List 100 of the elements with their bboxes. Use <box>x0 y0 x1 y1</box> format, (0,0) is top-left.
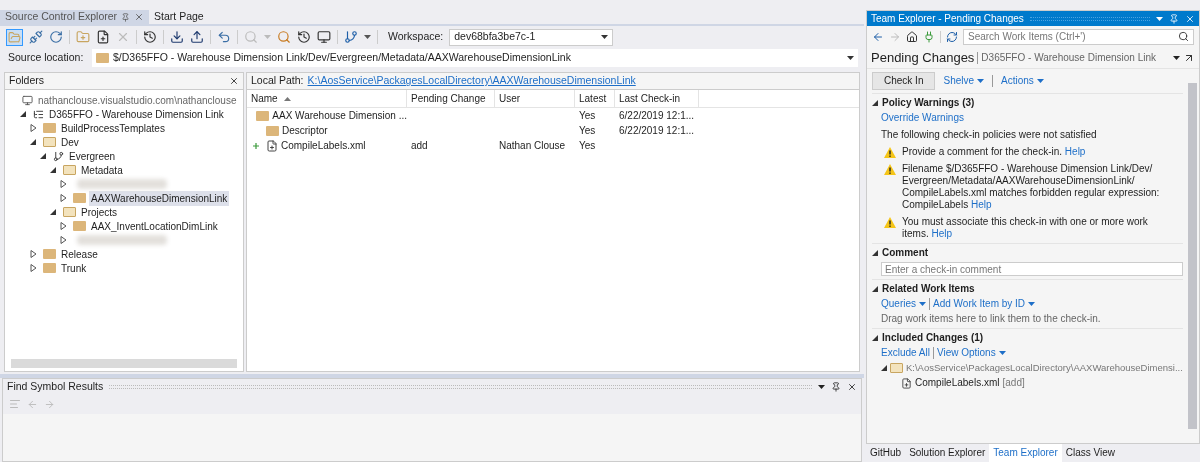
warning-icon <box>884 147 896 158</box>
table-cell-text: AAX Warehouse Dimension ... <box>272 109 407 123</box>
check-in-button[interactable]: Check In <box>872 72 936 90</box>
warning-text: Provide a comment for the check-in. Help <box>902 146 1087 158</box>
tree-item[interactable]: Release <box>59 246 100 262</box>
section-title: Related Work Items <box>882 283 975 295</box>
local-path-link[interactable]: K:\AosService\PackagesLocalDirectory\AAXWarehouseDimensionLink <box>307 73 636 89</box>
search-icon[interactable] <box>1178 31 1189 42</box>
table-cell-text: Descriptor <box>282 124 328 138</box>
folder-icon <box>266 125 279 136</box>
warning-icon <box>884 217 896 228</box>
history-icon[interactable] <box>297 30 311 44</box>
collapse-icon[interactable] <box>872 335 878 341</box>
panel-tab[interactable]: Team Explorer <box>989 444 1062 462</box>
tree-item[interactable]: Projects <box>79 204 120 220</box>
collapse-icon[interactable] <box>872 250 878 256</box>
override-warnings-link[interactable]: Override Warnings <box>881 112 964 124</box>
plug-icon[interactable] <box>923 30 935 43</box>
caret-icon[interactable] <box>818 384 825 389</box>
included-file[interactable]: CompileLabels.xml <box>915 377 1000 389</box>
vertical-scrollbar[interactable] <box>1188 83 1197 429</box>
folder-icon <box>96 53 109 63</box>
comment-field[interactable]: Enter a check-in comment <box>881 262 1183 276</box>
collapse-icon[interactable] <box>872 286 878 292</box>
refresh-icon[interactable] <box>946 30 958 43</box>
folder-icon <box>73 221 86 231</box>
included-link[interactable]: View Options <box>936 347 996 359</box>
add-file-icon[interactable] <box>96 30 110 44</box>
document-tab[interactable]: Start Page <box>149 10 209 24</box>
pin-icon[interactable] <box>831 381 841 392</box>
expand-icon[interactable] <box>30 250 37 258</box>
branch-icon[interactable] <box>344 30 358 44</box>
collapse-icon[interactable] <box>30 138 37 146</box>
panel-title: Find Symbol Results <box>7 378 104 394</box>
warning-text: Filename $/D365FFO - Warehouse Dimension Link/Dev/ Evergreen/Metadata/AAXWarehouseDimensionLink/ CompileLabels.xml matches forbidden regular expression: CompileLabels Help <box>902 163 1161 211</box>
horizontal-scrollbar[interactable] <box>11 359 237 368</box>
section-title: Comment <box>882 247 929 259</box>
collapse-icon[interactable] <box>50 208 57 216</box>
close-icon[interactable] <box>229 76 239 86</box>
folder-icon <box>256 110 270 121</box>
column-header[interactable]: Last Check-in <box>619 91 681 106</box>
collapse-icon[interactable] <box>50 166 57 174</box>
disconnect-icon[interactable] <box>29 30 43 44</box>
search-field[interactable]: Search Work Items (Ctrl+') <box>963 28 1194 45</box>
help-link[interactable]: Help <box>931 228 953 239</box>
panel-tab[interactable]: GitHub <box>866 444 906 462</box>
collapse-icon[interactable] <box>881 365 887 371</box>
document-tab[interactable]: Source Control Explorer <box>0 10 150 24</box>
tree-item[interactable]: BuildProcessTemplates <box>59 120 167 136</box>
included-link[interactable]: Exclude All <box>881 347 930 359</box>
pin-icon[interactable] <box>121 12 131 22</box>
panel-title: Folders <box>9 73 44 89</box>
tree-item[interactable]: Trunk <box>59 260 89 276</box>
folder-toggle-button[interactable] <box>6 28 23 46</box>
collapse-icon[interactable] <box>872 100 878 106</box>
table-cell-text: add <box>411 139 428 153</box>
sort-arrow-icon <box>283 96 291 101</box>
workspace-dropdown[interactable]: dev68bfa3be7c-1 <box>449 28 614 46</box>
close-icon[interactable] <box>134 12 145 22</box>
undo-icon[interactable] <box>217 30 231 44</box>
source-location-field[interactable]: $/D365FFO - Warehouse Dimension Link/Dev/Evergreen/Metadata/AAXWarehouseDimensionLink <box>92 49 858 67</box>
open-folder-icon <box>890 363 903 373</box>
action-link[interactable]: Shelve <box>943 75 975 87</box>
expand-icon[interactable] <box>60 194 67 202</box>
expand-icon[interactable] <box>60 180 67 188</box>
close-icon[interactable] <box>847 381 857 392</box>
collapse-icon[interactable] <box>20 110 27 118</box>
expand-icon[interactable] <box>60 222 67 230</box>
tree-item[interactable]: Dev <box>59 134 81 150</box>
column-header[interactable]: Latest <box>579 91 607 106</box>
help-link[interactable]: Help <box>1064 146 1086 157</box>
warning-icon <box>884 164 896 175</box>
help-link[interactable]: Help <box>970 199 992 210</box>
tree-item[interactable]: Evergreen <box>67 148 118 164</box>
page-subheading: D365FFO - Warehouse Dimension Link <box>981 51 1158 64</box>
folder-icon <box>43 123 56 133</box>
column-header[interactable]: Name <box>251 91 278 106</box>
back-icon[interactable] <box>872 30 884 43</box>
tree-item[interactable]: AAX_InventLocationDimLink <box>89 218 220 234</box>
tree-item[interactable]: nathanclouse.visualstudio.com\nathanclouse <box>36 92 239 108</box>
expand-icon[interactable] <box>30 264 37 272</box>
column-header[interactable]: User <box>499 91 521 106</box>
refresh-icon[interactable] <box>49 30 63 44</box>
panel-tab[interactable]: Solution Explorer <box>905 444 990 462</box>
panel-tab[interactable]: Class View <box>1061 444 1120 462</box>
tree-item[interactable]: AAXWarehouseDimensionLink <box>89 190 230 206</box>
expand-icon[interactable] <box>30 124 37 132</box>
column-header[interactable]: Pending Change <box>411 91 486 106</box>
home-icon[interactable] <box>906 30 918 43</box>
caret-icon[interactable] <box>1173 55 1180 60</box>
related-link[interactable]: Queries <box>881 298 916 310</box>
caret-icon[interactable] <box>364 35 371 39</box>
action-link[interactable]: Actions <box>1001 75 1034 87</box>
tree-item[interactable]: D365FFO - Warehouse Dimension Link <box>47 106 226 122</box>
related-link[interactable]: Add Work Item by ID <box>933 298 1026 310</box>
expand-icon[interactable] <box>60 236 67 244</box>
collapse-icon[interactable] <box>40 152 47 160</box>
pin-icon[interactable] <box>1169 13 1179 24</box>
tree-item[interactable]: Metadata <box>79 162 125 178</box>
server-icon <box>22 94 33 106</box>
